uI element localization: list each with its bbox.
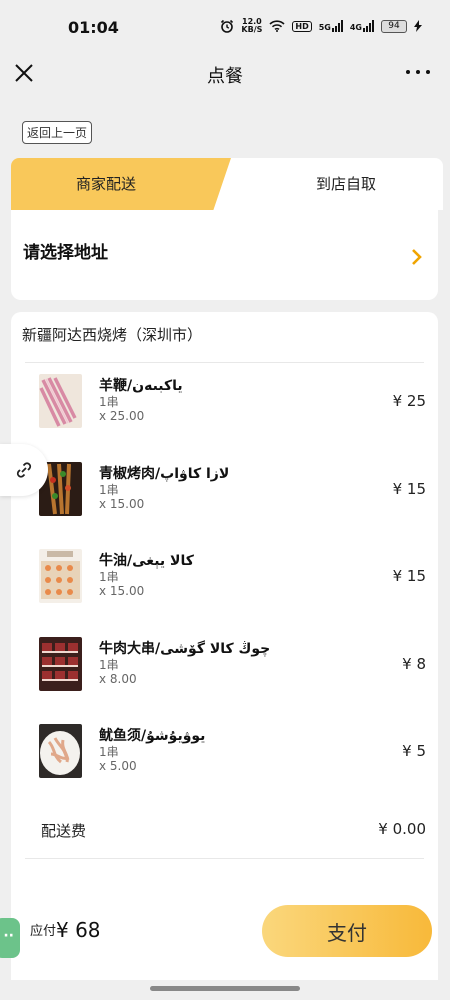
more-options-icon[interactable]	[406, 60, 430, 84]
delivery-mode-tabs: 商家配送 到店自取	[11, 158, 443, 210]
chevron-right-icon	[412, 249, 422, 265]
item-quantity: x 15.00	[99, 584, 145, 598]
item-image	[39, 724, 82, 778]
item-name: 牛油/كالا يېغى	[99, 553, 194, 569]
delivery-fee-row: 配送费 ¥ 0.00	[25, 812, 426, 852]
signal-4g: 4G	[350, 20, 374, 32]
item-name: 青椒烤肉/لازا كاۋاپ	[99, 465, 230, 482]
divider	[25, 858, 424, 859]
order-item: 牛肉大串/چوڭ كالا گۆشى 1串 x 8.00 ¥ 8	[25, 625, 426, 713]
alarm-icon	[221, 19, 234, 33]
home-indicator[interactable]	[150, 986, 300, 991]
tab-pickup[interactable]: 到店自取	[241, 173, 443, 194]
order-item: 羊鞭/ياكبىەن 1串 x 25.00 ¥ 25	[25, 362, 426, 450]
status-time: 01:04	[68, 18, 119, 37]
item-unit: 1串	[99, 657, 119, 672]
charging-icon	[414, 20, 422, 32]
item-image	[39, 549, 82, 603]
item-price: ¥ 8	[402, 654, 426, 673]
item-name: 羊鞭/ياكبىەن	[99, 378, 183, 394]
item-price: ¥ 15	[392, 567, 426, 585]
status-icons: 12.0 KB/S HD 5G 4G 94	[220, 18, 422, 34]
hd-badge: HD	[292, 20, 312, 32]
wifi-icon	[269, 20, 285, 32]
item-unit: 1串	[99, 570, 119, 584]
pay-button[interactable]: 支付	[262, 905, 432, 957]
order-item: 青椒烤肉/لازا كاۋاپ 1串 x 15.00 ¥ 15	[25, 450, 426, 538]
item-name: 鱿鱼须/يوۋيۇشۇ	[99, 728, 206, 744]
item-unit: 1串	[99, 482, 119, 497]
item-quantity: x 5.00	[99, 759, 137, 773]
signal-5g: 5G	[319, 20, 343, 32]
nav-bar: 点餐	[0, 52, 450, 98]
shop-name: 新疆阿达西烧烤（深圳市）	[22, 326, 203, 344]
amount-due: ¥ 68	[56, 918, 101, 942]
item-unit: 1串	[99, 395, 119, 409]
floating-assistant-button[interactable]: ··	[0, 918, 20, 958]
net-speed: 12.0 KB/S	[241, 17, 263, 34]
delivery-fee-label: 配送费	[41, 822, 87, 840]
tab-delivery-label[interactable]: 商家配送	[11, 173, 201, 194]
order-item: 鱿鱼须/يوۋيۇشۇ 1串 x 5.00 ¥ 5	[25, 712, 426, 800]
order-card: 新疆阿达西烧烤（深圳市） 羊鞭/ياكبىەن 1串 x 25.00 ¥ 25 …	[11, 312, 438, 980]
item-unit: 1串	[99, 745, 119, 759]
item-quantity: x 15.00	[99, 496, 145, 511]
item-name: 牛肉大串/چوڭ كالا گۆشى	[99, 640, 271, 657]
payment-bar: 应付 ¥ 68 支付	[0, 898, 450, 968]
address-selector[interactable]: 请选择地址	[11, 210, 438, 300]
item-price: ¥ 15	[392, 479, 426, 498]
battery-indicator: 94	[381, 19, 407, 33]
back-button[interactable]: 返回上一页	[22, 121, 93, 144]
order-item: 牛油/كالا يېغى 1串 x 15.00 ¥ 15	[25, 537, 426, 625]
order-items: 羊鞭/ياكبىەن 1串 x 25.00 ¥ 25 青椒烤肉/لازا كاۋ…	[25, 362, 426, 800]
item-quantity: x 25.00	[99, 409, 145, 423]
item-image	[39, 636, 82, 691]
address-prompt: 请选择地址	[23, 243, 108, 263]
page-title: 点餐	[207, 66, 243, 87]
link-icon	[16, 462, 32, 478]
status-bar: 01:04 12.0 KB/S HD 5G 4G 94	[0, 0, 450, 52]
item-image	[39, 374, 82, 428]
item-quantity: x 8.00	[99, 671, 137, 686]
item-price: ¥ 25	[392, 392, 426, 410]
amount-due-label: 应付	[30, 924, 57, 939]
item-price: ¥ 5	[402, 742, 426, 760]
delivery-fee-value: ¥ 0.00	[378, 820, 426, 838]
